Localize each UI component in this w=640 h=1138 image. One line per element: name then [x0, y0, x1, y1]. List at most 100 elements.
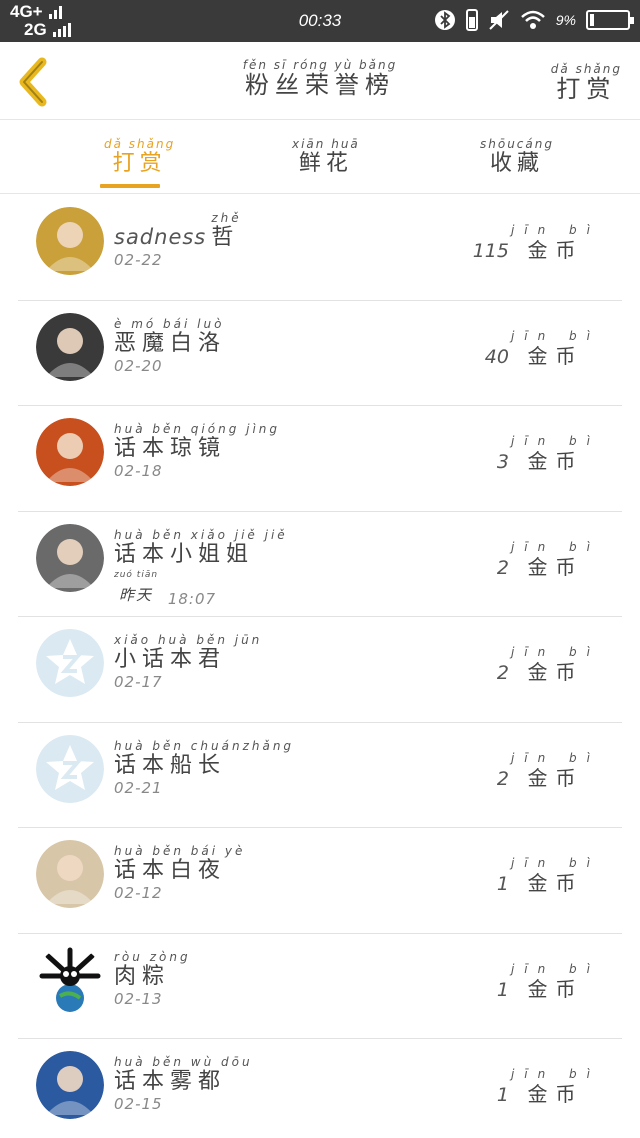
tab-favorites[interactable]: shōucáng 收藏: [480, 137, 554, 177]
user-photo-icon: [36, 523, 104, 592]
reward-header-button[interactable]: dǎ shǎng 打赏: [551, 62, 622, 102]
list-item[interactable]: sadness zhě 哲 02-22 115 jīn bì 金币: [18, 195, 622, 301]
currency-pinyin: jīn bì: [510, 750, 600, 765]
currency-pinyin: jīn bì: [510, 961, 600, 976]
page-title-pinyin: fěn sī róng yù bǎng: [242, 58, 398, 72]
currency-pinyin: jīn bì: [510, 645, 600, 659]
tab-favorites-label: 收藏: [489, 151, 544, 176]
reward-date: 02-17: [114, 673, 163, 691]
fan-name: sadness zhě 哲: [114, 211, 242, 251]
reward-date: 02-20: [114, 357, 163, 375]
reward-date: 02-21: [114, 779, 163, 797]
list-item[interactable]: ròu zòng 肉粽 02-13 1 jīn bì 金币: [18, 934, 622, 1039]
currency-label: 金币: [527, 1082, 584, 1106]
default-avatar-icon: [36, 629, 104, 697]
fan-list: sadness zhě 哲 02-22 115 jīn bì 金币 è mó b…: [0, 195, 640, 1138]
avatar[interactable]: [36, 418, 104, 486]
coin-amount: 2 jīn bì 金币: [497, 645, 600, 685]
avatar[interactable]: [36, 734, 104, 803]
coin-amount: 3 jīn bì 金币: [497, 434, 600, 474]
coin-amount: 1 jīn bì 金币: [497, 962, 600, 1002]
fan-name-text: 话本琼镜: [114, 436, 227, 461]
reward-date: 02-15: [114, 1095, 163, 1113]
tab-favorites-pinyin: shōucáng: [480, 137, 554, 151]
currency-label: 金币: [527, 660, 584, 684]
date-text: 02-20: [114, 356, 163, 375]
currency-label: 金币: [527, 554, 584, 579]
list-item[interactable]: è mó bái luò 恶魔白洛 02-20 40 jīn bì 金币: [18, 301, 622, 406]
fan-name: huà běn qióng jìng 话本琼镜: [114, 422, 280, 462]
list-item[interactable]: huà běn chuánzhǎng 话本船长 02-21 2 jīn bì 金…: [18, 723, 622, 828]
tab-flowers[interactable]: xiān huā 鲜花: [292, 137, 360, 177]
date-word: 昨天: [119, 585, 154, 604]
avatar[interactable]: [36, 840, 104, 908]
avatar[interactable]: [36, 523, 104, 592]
user-photo-icon: [36, 840, 104, 908]
tab-bar: dǎ shǎng 打赏 xiān huā 鲜花 shōucáng 收藏: [0, 121, 640, 194]
fan-name: huà běn wù dōu 话本雾都: [114, 1055, 253, 1095]
coin-amount: 2 jīn bì 金币: [497, 540, 600, 580]
avatar[interactable]: [36, 945, 104, 1014]
coin-count: 2: [496, 767, 509, 790]
date-text: 02-15: [114, 1095, 163, 1113]
fan-name-pinyin: ròu zòng: [114, 949, 191, 964]
coin-amount: 40 jīn bì 金币: [485, 329, 600, 369]
currency-label: 金币: [527, 976, 584, 1001]
list-item[interactable]: huà běn qióng jìng 话本琼镜 02-18 3 jīn bì 金…: [18, 406, 622, 512]
tab-reward-pinyin: dǎ shǎng: [104, 137, 176, 151]
fan-name-text: 话本小姐姐: [114, 541, 255, 567]
avatar[interactable]: [36, 1051, 104, 1119]
currency-pinyin: jīn bì: [510, 223, 600, 237]
active-tab-indicator: [100, 184, 160, 188]
reward-date: zuó tiān 昨天 18:07: [114, 568, 216, 608]
fan-name-text: 小话本君: [114, 647, 227, 672]
coin-amount: 1 jīn bì 金币: [497, 1067, 600, 1107]
status-icons: 9%: [434, 9, 634, 31]
fan-name-text: 话本白夜: [114, 858, 227, 883]
list-item[interactable]: huà běn bái yè 话本白夜 02-12 1 jīn bì 金币: [18, 828, 622, 934]
status-bar: 4G+ 2G 00:33 9%: [0, 0, 640, 42]
avatar[interactable]: [36, 629, 104, 697]
bluetooth-icon: [434, 10, 455, 30]
date-text: 02-21: [114, 778, 163, 797]
fan-name: xiǎo huà běn jūn 小话本君: [114, 633, 262, 673]
reward-header-pinyin: dǎ shǎng: [550, 62, 622, 76]
fan-name-pinyin: huà běn chuánzhǎng: [114, 738, 295, 753]
fan-name: è mó bái luò 恶魔白洛: [114, 317, 226, 357]
date-word-pinyin: zuó tiān: [114, 569, 159, 580]
default-avatar-icon: [36, 734, 104, 803]
tab-flowers-label: 鲜花: [298, 151, 353, 176]
list-item[interactable]: xiǎo huà běn jūn 小话本君 02-17 2 jīn bì 金币: [18, 617, 622, 723]
reward-date: 02-22: [114, 251, 163, 269]
currency-pinyin: jīn bì: [510, 856, 600, 870]
avatar[interactable]: [36, 207, 104, 275]
battery-icon: [586, 10, 634, 30]
page-title-text: 粉丝荣誉榜: [245, 71, 395, 99]
user-photo-icon: [36, 312, 104, 381]
tab-reward[interactable]: dǎ shǎng 打赏: [104, 137, 175, 177]
vibrate-icon: [465, 9, 478, 31]
list-item[interactable]: huà běn wù dōu 话本雾都 02-15 1 jīn bì 金币: [18, 1039, 622, 1138]
currency-label: 金币: [527, 765, 584, 790]
tab-flowers-pinyin: xiān huā: [292, 137, 360, 151]
cartoon-avatar-icon: [36, 945, 104, 1014]
coin-count: 1: [496, 873, 509, 895]
date-text: 02-12: [114, 884, 163, 902]
fan-name: huà běn chuánzhǎng 话本船长: [114, 739, 294, 779]
fan-name-pinyin: huà běn xiǎo jiě jiě: [114, 527, 288, 542]
currency-label: 金币: [527, 343, 584, 368]
date-text: 02-18: [114, 462, 163, 480]
avatar[interactable]: [36, 312, 104, 381]
list-item[interactable]: huà běn xiǎo jiě jiě 话本小姐姐 zuó tiān 昨天 18…: [18, 512, 622, 617]
currency-pinyin: jīn bì: [510, 539, 600, 554]
coin-count: 2: [496, 662, 509, 684]
date-text: 02-13: [114, 989, 163, 1008]
reward-date: 02-13: [114, 990, 163, 1008]
date-text: 18:07: [167, 589, 217, 608]
coin-count: 1: [496, 978, 509, 1001]
currency-label: 金币: [527, 238, 584, 262]
mute-icon: [489, 10, 509, 30]
coin-amount: 2 jīn bì 金币: [497, 751, 600, 791]
fan-name-pinyin: huà běn wù dōu: [114, 1055, 253, 1069]
date-text: 02-17: [114, 673, 163, 691]
